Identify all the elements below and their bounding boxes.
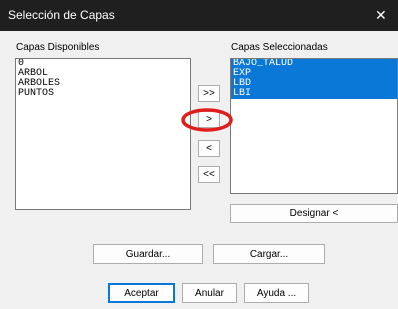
list-item[interactable]: LBD [231,79,397,89]
aceptar-button[interactable]: Aceptar [108,283,175,303]
available-layers-label: Capas Disponibles [16,42,100,53]
guardar-button[interactable]: Guardar... [93,244,203,264]
window-title: Selección de Capas [8,8,115,22]
selected-layers-label: Capas Seleccionadas [231,42,328,53]
list-item[interactable]: BAJO_TALUD [231,59,397,69]
list-item[interactable]: EXP [231,69,397,79]
available-layers-list[interactable]: 0 ARBOL ARBOLES PUNTOS [15,58,191,210]
close-icon[interactable]: ✕ [375,7,387,24]
cargar-button[interactable]: Cargar... [213,244,325,264]
designar-button[interactable]: Designar < [230,204,398,223]
anular-button[interactable]: Anular [182,283,237,303]
remove-button[interactable]: < [198,140,220,157]
selected-layers-list[interactable]: BAJO_TALUD EXP LBD LBI [230,58,398,194]
ayuda-button[interactable]: Ayuda ... [244,283,309,303]
title-bar[interactable]: Selección de Capas ✕ [0,0,398,31]
annotation-ellipse [181,108,233,132]
list-item[interactable]: PUNTOS [16,89,190,99]
add-all-button[interactable]: >> [198,85,220,102]
remove-all-button[interactable]: << [198,166,220,183]
list-item[interactable]: LBI [231,89,397,99]
